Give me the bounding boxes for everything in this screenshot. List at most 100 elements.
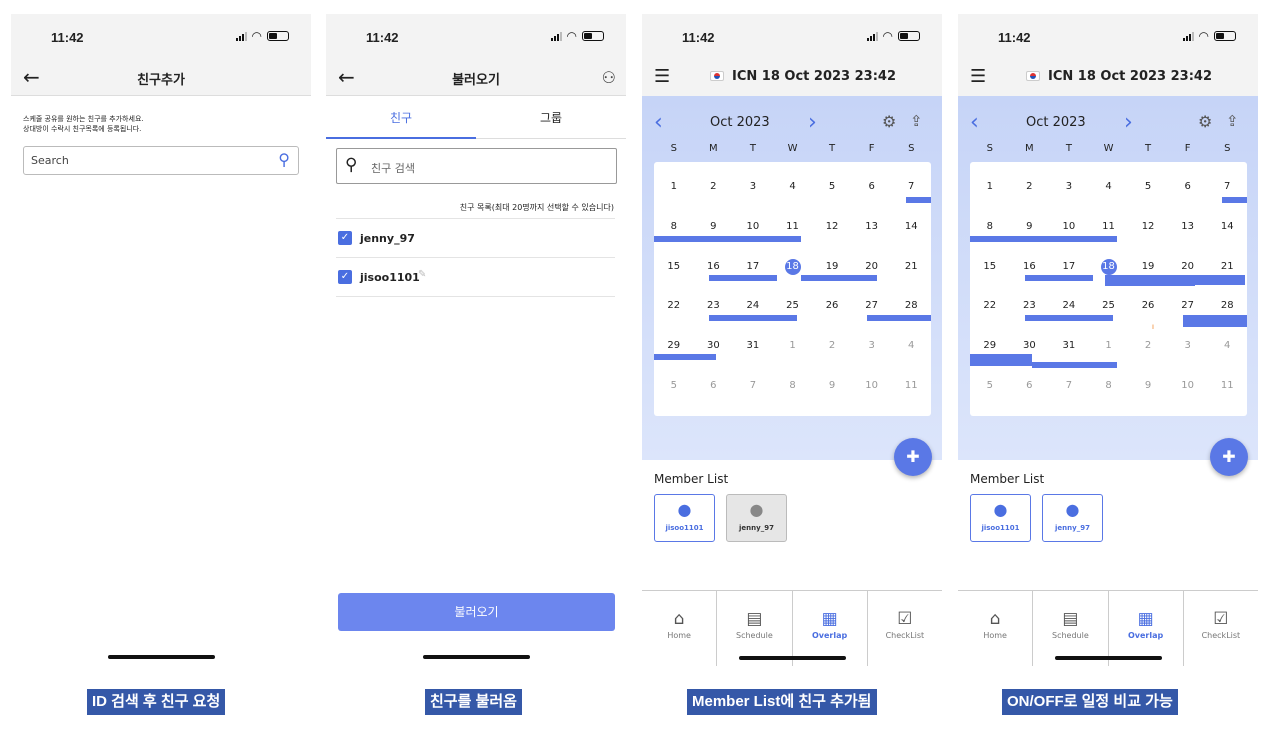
schedule-bar[interactable] [1025,275,1093,281]
nav-item-schedule[interactable]: ▤ Schedule [716,591,791,666]
date-cell[interactable]: 31 [1058,339,1080,353]
search-icon[interactable]: ⚲ [278,150,290,169]
add-member-button[interactable]: ✚ [1210,438,1248,476]
schedule-bar[interactable] [906,197,931,203]
date-cell[interactable]: 10 [742,220,764,234]
date-cell[interactable]: 7 [742,379,764,393]
date-cell[interactable]: 6 [1177,180,1199,194]
date-cell[interactable]: 22 [979,299,1001,313]
date-cell[interactable]: 23 [1018,299,1040,313]
checkbox-checked-icon[interactable]: ✓ [338,231,352,245]
schedule-bar[interactable] [1195,275,1245,285]
date-cell[interactable]: 4 [1098,180,1120,194]
date-cell-today[interactable]: 18 [1100,258,1117,275]
date-cell[interactable]: 26 [821,299,843,313]
schedule-bar[interactable] [709,315,797,321]
date-cell[interactable]: 1 [1098,339,1120,353]
next-month-icon[interactable]: › [1124,112,1133,134]
date-cell[interactable]: 7 [1216,180,1238,194]
date-cell[interactable]: 14 [900,220,922,234]
date-cell[interactable]: 16 [702,260,724,274]
date-cell[interactable]: 10 [1177,379,1199,393]
date-cell[interactable]: 5 [663,379,685,393]
nav-item-home[interactable]: ⌂ Home [642,591,716,666]
date-cell[interactable]: 28 [900,299,922,313]
date-cell[interactable]: 30 [702,339,724,353]
date-cell[interactable]: 7 [900,180,922,194]
date-cell[interactable]: 3 [1177,339,1199,353]
date-cell[interactable]: 27 [1177,299,1199,313]
schedule-bar[interactable] [654,236,801,242]
schedule-bar[interactable] [970,236,1117,242]
tab-groups[interactable]: 그룹 [476,109,626,126]
menu-icon[interactable]: ☰ [970,66,986,87]
load-button[interactable]: 불러오기 [338,593,615,631]
date-cell[interactable]: 5 [1137,180,1159,194]
date-cell[interactable]: 4 [782,180,804,194]
date-cell[interactable]: 8 [782,379,804,393]
checkbox-checked-icon[interactable]: ✓ [338,270,352,284]
date-cell[interactable]: 25 [1098,299,1120,313]
date-cell[interactable]: 20 [1177,260,1199,274]
member-chip[interactable]: ● jenny_97 [726,494,787,542]
date-cell[interactable]: 25 [782,299,804,313]
schedule-bar[interactable] [867,315,931,321]
date-cell[interactable]: 31 [742,339,764,353]
date-cell[interactable]: 22 [663,299,685,313]
date-cell[interactable]: 10 [1058,220,1080,234]
date-cell[interactable]: 11 [900,379,922,393]
date-cell[interactable]: 3 [1058,180,1080,194]
tab-friends[interactable]: 친구 [326,109,476,126]
share-icon[interactable]: ⇪ [1226,112,1239,130]
date-cell[interactable]: 19 [1137,260,1159,274]
member-chip[interactable]: ● jisoo1101 [970,494,1031,542]
friend-search-input[interactable]: ⚲ 친구 검색 [336,148,617,184]
date-cell[interactable]: 19 [821,260,843,274]
date-cell[interactable]: 13 [1177,220,1199,234]
nav-item-schedule[interactable]: ▤ Schedule [1032,591,1107,666]
nav-item-home[interactable]: ⌂ Home [958,591,1032,666]
date-cell[interactable]: 28 [1216,299,1238,313]
date-cell[interactable]: 23 [702,299,724,313]
date-cell[interactable]: 15 [663,260,685,274]
date-cell[interactable]: 6 [702,379,724,393]
date-cell[interactable]: 4 [900,339,922,353]
date-cell[interactable]: 5 [979,379,1001,393]
friend-row[interactable]: ✓ jisoo1101 ✎ [336,257,615,297]
add-member-button[interactable]: ✚ [894,438,932,476]
date-cell[interactable]: 3 [742,180,764,194]
date-cell[interactable]: 26 [1137,299,1159,313]
schedule-bar[interactable] [1222,197,1247,203]
date-cell[interactable]: 24 [742,299,764,313]
date-cell[interactable]: 5 [821,180,843,194]
date-cell[interactable]: 10 [861,379,883,393]
gear-icon[interactable]: ⚙ [1198,112,1212,131]
date-cell[interactable]: 12 [821,220,843,234]
prev-month-icon[interactable]: ‹ [654,112,663,134]
date-cell[interactable]: 13 [861,220,883,234]
date-cell[interactable]: 2 [1137,339,1159,353]
date-cell[interactable]: 29 [663,339,685,353]
date-cell[interactable]: 14 [1216,220,1238,234]
date-cell[interactable]: 15 [979,260,1001,274]
date-cell[interactable]: 6 [1018,379,1040,393]
date-cell[interactable]: 9 [1018,220,1040,234]
date-cell[interactable]: 7 [1058,379,1080,393]
member-chip[interactable]: ● jisoo1101 [654,494,715,542]
date-cell[interactable]: 11 [1098,220,1120,234]
date-cell[interactable]: 24 [1058,299,1080,313]
date-cell[interactable]: 2 [702,180,724,194]
date-cell[interactable]: 1 [782,339,804,353]
schedule-bar[interactable] [1105,275,1195,286]
friend-row[interactable]: ✓ jenny_97 [336,218,615,258]
date-cell[interactable]: 6 [861,180,883,194]
nav-item-checklist[interactable]: ☑ CheckList [866,591,942,666]
schedule-bar[interactable] [801,275,877,281]
search-input[interactable]: Search ⚲ [23,146,299,175]
schedule-bar[interactable] [1025,315,1113,321]
date-cell-today[interactable]: 18 [784,258,801,275]
menu-icon[interactable]: ☰ [654,66,670,87]
schedule-bar[interactable] [1032,362,1117,368]
date-cell[interactable]: 3 [861,339,883,353]
date-cell[interactable]: 9 [821,379,843,393]
